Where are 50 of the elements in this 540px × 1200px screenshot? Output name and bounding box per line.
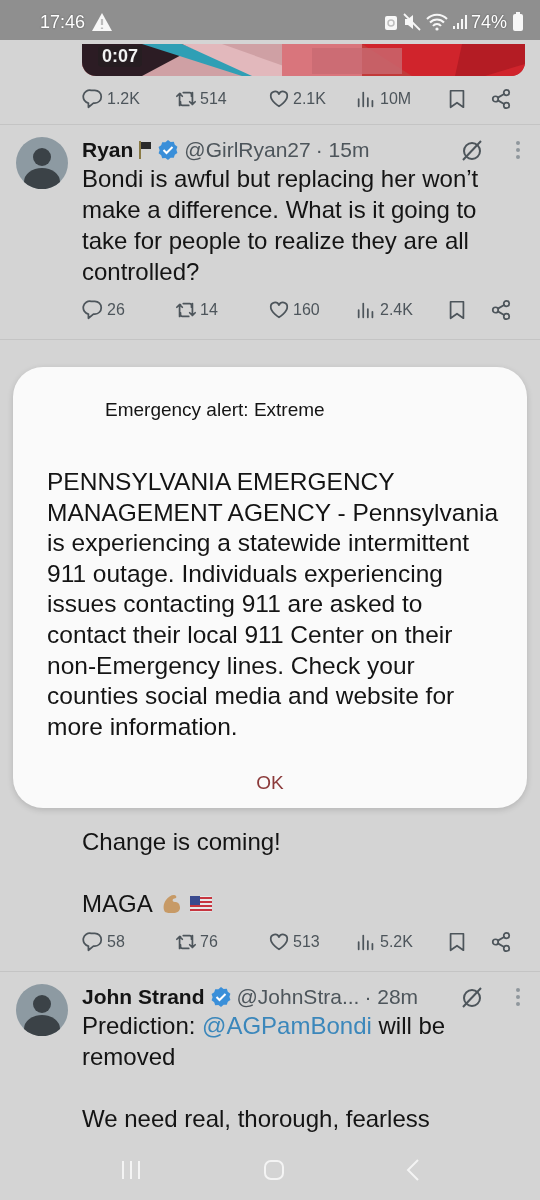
- duration-badge: 0:07: [98, 46, 143, 67]
- avatar: [16, 137, 68, 189]
- share-button[interactable]: [490, 88, 512, 110]
- author-handle[interactable]: @JohnStra...: [236, 985, 360, 1009]
- post-text: Prediction: @AGPamBondi will be removed: [82, 1011, 447, 1072]
- reply-button[interactable]: 58: [82, 931, 125, 953]
- wifi-icon: [425, 13, 448, 31]
- post-text: Change is coming!: [82, 827, 282, 857]
- battery-level: 74%: [470, 11, 507, 33]
- reply-icon: [82, 931, 104, 953]
- warning-icon: [91, 12, 114, 32]
- like-button[interactable]: 160: [268, 299, 320, 321]
- signal-icon: [452, 14, 467, 30]
- reply-icon: [82, 299, 104, 321]
- heart-icon: [268, 931, 290, 953]
- post-time: · 28m: [364, 985, 419, 1009]
- share-icon: [490, 931, 512, 953]
- share-icon: [490, 299, 512, 321]
- repost-button[interactable]: 14: [175, 299, 218, 321]
- reply-icon: [82, 88, 104, 110]
- heart-icon: [268, 299, 290, 321]
- reply-button[interactable]: 1.2K: [82, 88, 140, 110]
- views-button[interactable]: 10M: [355, 88, 412, 110]
- battery-icon: [512, 12, 524, 32]
- repost-button[interactable]: 514: [175, 88, 227, 110]
- post-text: We need real, thorough, fearless: [82, 1104, 431, 1134]
- slashed-circle-icon[interactable]: [460, 985, 484, 1009]
- post-text: Bondi is awful but replacing her won’t make a difference. What is it going to take for people to realize they are all controlled?: [82, 164, 480, 287]
- dialog-title: Emergency alert: Extreme: [105, 399, 326, 421]
- views-button[interactable]: 5.2K: [355, 931, 413, 953]
- share-button[interactable]: [490, 299, 512, 321]
- like-button[interactable]: 513: [268, 931, 320, 953]
- slashed-circle-icon[interactable]: [460, 138, 484, 162]
- views-button[interactable]: 2.4K: [355, 299, 413, 321]
- mute-icon: [402, 13, 421, 31]
- author-name[interactable]: Ryan: [82, 138, 134, 162]
- reply-button[interactable]: 26: [82, 299, 125, 321]
- ok-button[interactable]: OK: [244, 768, 296, 799]
- share-icon: [490, 88, 512, 110]
- author-name[interactable]: John Strand: [82, 985, 205, 1009]
- like-button[interactable]: 2.1K: [268, 88, 326, 110]
- author-handle[interactable]: @GirlRyan27: [184, 138, 311, 162]
- avatar: [16, 984, 68, 1036]
- clock: 17:46: [40, 11, 86, 33]
- heart-icon: [268, 88, 290, 110]
- alert-message: PENNSYLVANIA EMERGENCY MANAGEMENT AGENCY - Pennsylvania is experiencing a statewide intermittent 911 outage. Individuals experiencing issues contacting 911 are asked to contact their local 911 Center on their non-Emergency lines. Check your counties social media and website for more information.: [47, 467, 500, 742]
- post-time: · 15m: [315, 138, 370, 162]
- repost-button[interactable]: 76: [175, 931, 218, 953]
- post-text: MAGA: [82, 889, 153, 919]
- share-button[interactable]: [490, 931, 512, 953]
